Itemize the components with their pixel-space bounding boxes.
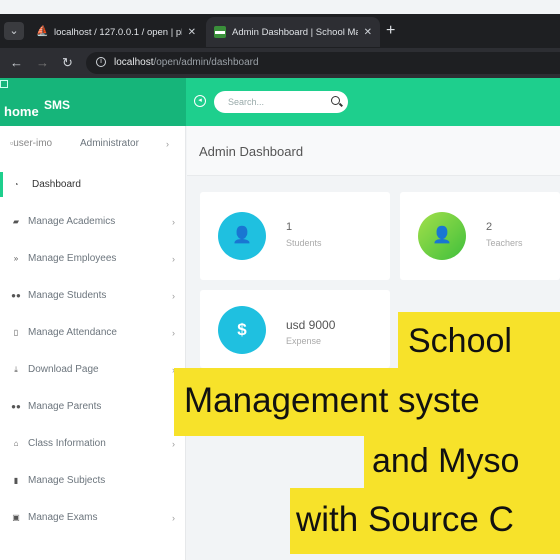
building-icon: ⌂	[13, 439, 19, 448]
chevron-right-icon: ›	[172, 438, 175, 449]
overlay-caption-line: with Source C	[290, 488, 560, 554]
tab-search-chevron-icon[interactable]: ⌄	[4, 22, 24, 40]
sidebar-item-manage-subjects[interactable]: ▮ Manage Subjects	[0, 462, 186, 499]
brand-logo[interactable]: home SMS	[0, 78, 186, 126]
app-header: home SMS ◂	[0, 78, 560, 126]
close-icon[interactable]: ✕	[364, 27, 372, 38]
sidebar-item-label: Manage Attendance	[28, 327, 117, 338]
stat-value: 2	[486, 221, 493, 233]
stat-label: Expense	[286, 336, 322, 346]
browser-window: ⌄ ⛵ localhost / 127.0.0.1 / open | ph ✕ …	[0, 0, 560, 560]
sidebar-item-label: Manage Parents	[28, 401, 102, 412]
sms-favicon-icon: ▬	[214, 26, 226, 38]
chevron-right-icon: ›	[172, 290, 175, 301]
sidebar-item-label: Manage Academics	[28, 216, 116, 227]
chevron-right-icon: ›	[166, 139, 169, 149]
sidebar-item-label: Manage Students	[28, 290, 107, 301]
url-field[interactable]: i localhost/open/admin/dashboard	[86, 52, 560, 74]
book-icon: ▮	[13, 476, 19, 485]
sidebar-item-manage-parents[interactable]: ●● Manage Parents	[0, 388, 186, 425]
tab-label: localhost / 127.0.0.1 / open | ph	[54, 26, 182, 38]
overlay-caption-line: School	[398, 312, 560, 368]
page-header: Admin Dashboard	[187, 126, 560, 176]
forward-arrow-icon[interactable]: →	[36, 55, 49, 71]
exam-icon: ▣	[12, 513, 20, 522]
sidebar-item-dashboard[interactable]: ◔ Dashboard	[0, 166, 186, 203]
url-host: localhost	[114, 57, 154, 68]
sidebar-item-manage-academics[interactable]: ▰ Manage Academics ›	[0, 203, 186, 240]
download-icon: ⤓	[14, 364, 18, 374]
reload-icon[interactable]: ↻	[62, 55, 73, 71]
sidebar-item-label: Class Information	[28, 438, 106, 449]
page-title: Admin Dashboard	[199, 144, 304, 159]
tab-strip: ⌄ ⛵ localhost / 127.0.0.1 / open | ph ✕ …	[0, 14, 560, 48]
dashboard-icon: ◔	[13, 180, 19, 189]
sidebar-item-label: Manage Employees	[28, 253, 117, 264]
sidebar-item-manage-attendance[interactable]: ▯ Manage Attendance ›	[0, 314, 186, 351]
sidebar-item-label: Download Page	[28, 364, 99, 375]
overlay-caption-line: Management syste	[174, 368, 560, 436]
stat-value: 1	[286, 221, 293, 233]
user-role: Administrator	[80, 138, 139, 149]
overlay-caption-line: and Myso	[364, 436, 560, 488]
sidebar-toggle-icon[interactable]: ◂	[194, 95, 206, 107]
dollar-icon: $	[218, 306, 266, 354]
search-box	[214, 91, 348, 113]
brand-home-text: home	[4, 104, 39, 119]
sidebar-item-label: Manage Exams	[28, 512, 98, 523]
phpmyadmin-icon: ⛵	[36, 26, 49, 37]
site-info-icon[interactable]: i	[96, 57, 106, 68]
stat-card-teachers[interactable]: 👤 2 Teachers	[400, 192, 560, 280]
tab-label: Admin Dashboard | School Man	[232, 26, 358, 38]
broken-image-icon	[0, 80, 8, 88]
sidebar-item-label: Dashboard	[32, 179, 81, 190]
users-icon: ●●	[11, 291, 21, 300]
clipboard-icon: ▯	[13, 328, 19, 337]
user-avatar: ▫user-imo	[10, 138, 53, 149]
users-icon: ●●	[11, 402, 21, 411]
chevron-right-icon: ›	[172, 512, 175, 523]
chevron-right-icon: ›	[172, 327, 175, 338]
sidebar-item-label: Manage Subjects	[28, 475, 106, 486]
sidebar-item-manage-exams[interactable]: ▣ Manage Exams ›	[0, 499, 186, 536]
brand-sms-text: SMS	[44, 98, 71, 112]
sidebar-item-manage-students[interactable]: ●● Manage Students ›	[0, 277, 186, 314]
chevron-right-icon: ›	[172, 216, 175, 227]
address-bar-row: ← → ↻ i localhost/open/admin/dashboard	[0, 48, 560, 78]
stat-card-students[interactable]: 👤 1 Students	[200, 192, 390, 280]
sidebar-item-download-page[interactable]: ⤓ Download Page ›	[0, 351, 186, 388]
chevron-right-icon: ›	[172, 253, 175, 264]
back-arrow-icon[interactable]: ←	[10, 55, 23, 71]
stat-card-expense[interactable]: $ usd 9000 Expense	[200, 290, 390, 368]
user-icon: 👤	[218, 212, 266, 260]
url-path: /open/admin/dashboard	[153, 57, 259, 68]
sidebar-item-manage-employees[interactable]: » Manage Employees ›	[0, 240, 186, 277]
search-icon[interactable]	[331, 96, 340, 105]
user-icon: 👤	[418, 212, 466, 260]
sidebar-item-class-information[interactable]: ⌂ Class Information ›	[0, 425, 186, 462]
new-tab-plus-icon[interactable]: +	[386, 23, 395, 39]
sidebar: ▫user-imo Administrator › ◔ Dashboard ▰ …	[0, 126, 186, 560]
employees-icon: »	[13, 254, 19, 263]
graduation-cap-icon: ▰	[12, 217, 20, 226]
tab-phpmyadmin[interactable]: ⛵ localhost / 127.0.0.1 / open | ph ✕	[28, 17, 204, 47]
close-icon[interactable]: ✕	[188, 27, 196, 38]
stat-label: Teachers	[486, 238, 523, 248]
stat-label: Students	[286, 238, 322, 248]
tab-admin-dashboard[interactable]: ▬ Admin Dashboard | School Man ✕	[206, 17, 380, 47]
search-input[interactable]	[214, 91, 314, 113]
stat-value: usd 9000	[286, 318, 336, 332]
